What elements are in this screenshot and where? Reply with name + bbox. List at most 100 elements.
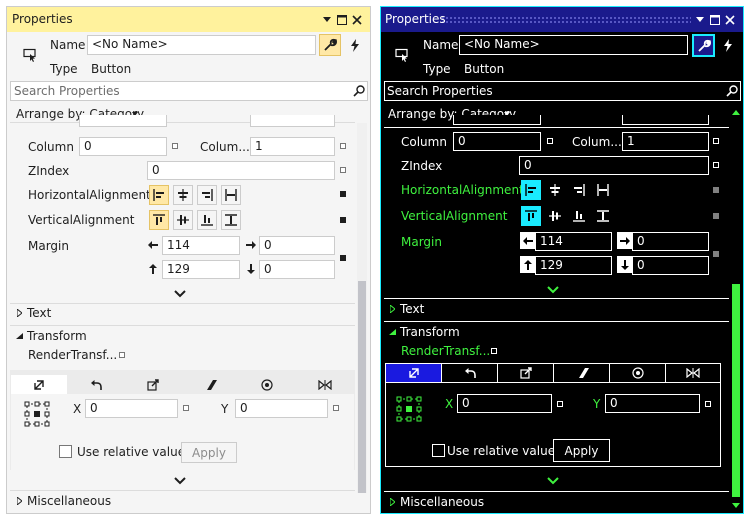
x-input[interactable]: 0 xyxy=(85,399,178,418)
margin-left-input[interactable]: 114 xyxy=(535,232,612,251)
column-input[interactable]: 0 xyxy=(79,137,167,156)
name-input[interactable]: <No Name> xyxy=(87,35,316,55)
scale-tab[interactable] xyxy=(125,375,181,394)
align-left-button[interactable] xyxy=(521,180,541,200)
halign-property-marker[interactable] xyxy=(340,191,346,197)
text-section-header[interactable]: Text xyxy=(27,306,51,320)
scroll-down-icon[interactable] xyxy=(731,500,741,510)
align-vcenter-button[interactable] xyxy=(545,206,565,226)
render-transform-property-marker[interactable] xyxy=(119,352,125,358)
margin-property-marker[interactable] xyxy=(340,255,346,261)
zindex-input[interactable]: 0 xyxy=(519,156,709,175)
triangle-down-icon[interactable] xyxy=(388,326,396,338)
align-top-button[interactable] xyxy=(521,206,541,226)
margin-top-input[interactable]: 129 xyxy=(535,256,612,275)
scroll-up-icon[interactable] xyxy=(731,107,741,117)
skew-tab[interactable] xyxy=(553,363,610,383)
triangle-right-icon[interactable] xyxy=(388,496,396,508)
misc-section-header[interactable]: Miscellaneous xyxy=(27,494,111,508)
skew-tab[interactable] xyxy=(182,375,238,394)
align-vstretch-button[interactable] xyxy=(593,206,613,226)
x-property-marker[interactable] xyxy=(557,401,563,407)
y-property-marker[interactable] xyxy=(333,405,339,411)
scrollbar-thumb[interactable] xyxy=(732,284,740,497)
apply-button[interactable]: Apply xyxy=(553,439,610,462)
search-icon[interactable] xyxy=(351,83,367,99)
relative-values-checkbox[interactable] xyxy=(432,444,445,457)
align-right-button[interactable] xyxy=(569,180,589,200)
chevron-down-icon[interactable] xyxy=(171,287,189,301)
text-section-header[interactable]: Text xyxy=(400,302,424,316)
triangle-down-icon[interactable] xyxy=(15,330,23,342)
triangle-right-icon[interactable] xyxy=(388,303,396,315)
align-vcenter-button[interactable] xyxy=(173,210,193,230)
row-input-clipped[interactable] xyxy=(453,115,541,125)
zindex-property-marker[interactable] xyxy=(713,162,719,168)
anchor-grid-icon[interactable] xyxy=(23,400,51,428)
align-center-button[interactable] xyxy=(545,180,565,200)
pin-icon[interactable] xyxy=(694,13,706,26)
align-bottom-button[interactable] xyxy=(569,206,589,226)
chevron-down-icon[interactable] xyxy=(544,283,562,297)
margin-left-input[interactable]: 114 xyxy=(162,236,240,255)
zindex-input[interactable]: 0 xyxy=(147,161,335,180)
close-icon[interactable] xyxy=(351,13,363,26)
scrollbar-thumb[interactable] xyxy=(358,281,366,493)
margin-property-marker[interactable] xyxy=(713,251,719,257)
misc-section-header[interactable]: Miscellaneous xyxy=(400,495,484,509)
y-property-marker[interactable] xyxy=(705,401,711,407)
render-transform-property-marker[interactable] xyxy=(491,348,497,354)
valign-property-marker[interactable] xyxy=(713,213,719,219)
align-center-button[interactable] xyxy=(173,185,193,205)
transform-section-header[interactable]: Transform xyxy=(400,325,460,339)
margin-bottom-input[interactable]: 0 xyxy=(632,256,709,275)
scale-tab[interactable] xyxy=(497,363,554,383)
margin-right-input[interactable]: 0 xyxy=(259,236,335,255)
close-icon[interactable] xyxy=(724,13,736,26)
name-input[interactable]: <No Name> xyxy=(459,35,688,55)
y-input[interactable]: 0 xyxy=(235,399,328,418)
center-point-tab[interactable] xyxy=(609,363,666,383)
valign-property-marker[interactable] xyxy=(340,217,346,223)
properties-button[interactable] xyxy=(692,34,715,57)
triangle-right-icon[interactable] xyxy=(15,495,23,507)
translate-tab[interactable] xyxy=(11,375,67,394)
maximize-icon[interactable] xyxy=(336,13,348,26)
rowspan-input-clipped[interactable] xyxy=(622,115,709,125)
align-top-button[interactable] xyxy=(149,210,169,230)
zindex-property-marker[interactable] xyxy=(340,167,346,173)
events-button[interactable] xyxy=(717,34,739,56)
margin-bottom-input[interactable]: 0 xyxy=(259,260,335,279)
apply-button[interactable]: Apply xyxy=(181,442,237,463)
margin-top-input[interactable]: 129 xyxy=(162,260,240,279)
align-right-button[interactable] xyxy=(197,185,217,205)
x-input[interactable]: 0 xyxy=(457,394,552,413)
columnspan-property-marker[interactable] xyxy=(340,143,346,149)
align-left-button[interactable] xyxy=(149,185,169,205)
search-icon[interactable] xyxy=(724,83,740,99)
anchor-grid-icon[interactable] xyxy=(395,395,423,423)
relative-values-checkbox[interactable] xyxy=(59,445,72,458)
translate-tab[interactable] xyxy=(385,363,442,383)
columnspan-input[interactable]: 1 xyxy=(250,137,335,156)
column-property-marker[interactable] xyxy=(547,138,553,144)
columnspan-input[interactable]: 1 xyxy=(622,132,709,151)
columnspan-property-marker[interactable] xyxy=(713,138,719,144)
y-input[interactable]: 0 xyxy=(605,394,700,413)
events-button[interactable] xyxy=(344,34,366,56)
column-property-marker[interactable] xyxy=(172,143,178,149)
flip-tab[interactable] xyxy=(296,375,354,394)
triangle-right-icon[interactable] xyxy=(15,307,23,319)
rotate-tab[interactable] xyxy=(441,363,498,383)
flip-tab[interactable] xyxy=(665,363,721,383)
x-property-marker[interactable] xyxy=(183,405,189,411)
rowspan-input-clipped[interactable] xyxy=(250,115,335,127)
chevron-down-icon[interactable] xyxy=(171,474,189,488)
rotate-tab[interactable] xyxy=(68,375,124,394)
transform-section-header[interactable]: Transform xyxy=(27,329,87,343)
row-input-clipped[interactable] xyxy=(79,115,167,127)
pin-icon[interactable] xyxy=(321,13,333,26)
align-vstretch-button[interactable] xyxy=(221,210,241,230)
align-bottom-button[interactable] xyxy=(197,210,217,230)
align-stretch-button[interactable] xyxy=(593,180,613,200)
